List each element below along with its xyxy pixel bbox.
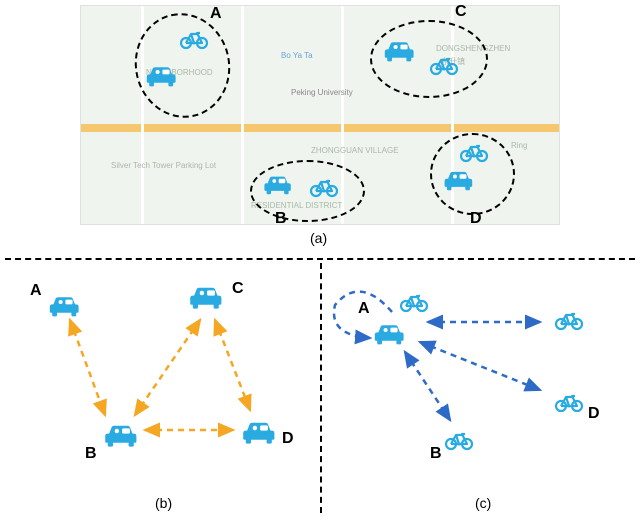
node-label-d: D	[588, 405, 600, 423]
car-icon	[100, 418, 144, 452]
car-icon	[380, 35, 420, 65]
node-label-a: A	[358, 300, 370, 318]
node-label-c: C	[232, 280, 244, 298]
bike-icon	[400, 290, 430, 314]
car-icon	[142, 60, 182, 90]
caption-c: (c)	[475, 495, 491, 511]
bike-icon	[445, 428, 475, 452]
cluster-label-b: B	[275, 210, 287, 228]
map-road-vertical	[241, 6, 244, 224]
map-label: Silver Tech Tower Parking Lot	[111, 161, 216, 170]
car-icon	[260, 170, 296, 198]
cluster-label-d: D	[470, 210, 482, 228]
car-icon	[440, 165, 478, 195]
node-label-a: A	[30, 282, 42, 300]
cluster-label-c: C	[455, 3, 467, 21]
bike-icon	[310, 175, 340, 199]
panel-a: Bo Ya Ta Peking University Silver Tech T…	[80, 5, 560, 225]
node-label-b: B	[85, 445, 97, 463]
bike-icon	[555, 390, 585, 414]
cluster-label-a: A	[210, 5, 222, 23]
car-icon	[45, 290, 85, 320]
bike-icon	[430, 53, 460, 77]
caption-a: (a)	[310, 230, 327, 246]
node-label-d: D	[282, 430, 294, 448]
bike-icon	[555, 308, 585, 332]
car-icon	[238, 415, 282, 449]
caption-b: (b)	[155, 495, 172, 511]
map-label: ZHONGGUAN VILLAGE	[311, 146, 399, 155]
car-icon	[370, 318, 410, 348]
map-label: Ring	[511, 141, 527, 150]
map-road-horizontal	[81, 124, 559, 132]
car-icon	[185, 280, 229, 314]
bike-icon	[180, 27, 210, 51]
map-label: Bo Ya Ta	[281, 51, 313, 60]
map-label: Peking University	[291, 88, 353, 97]
panel-c-edges	[320, 260, 640, 520]
node-label-b: B	[430, 445, 442, 463]
bike-icon	[460, 140, 490, 164]
